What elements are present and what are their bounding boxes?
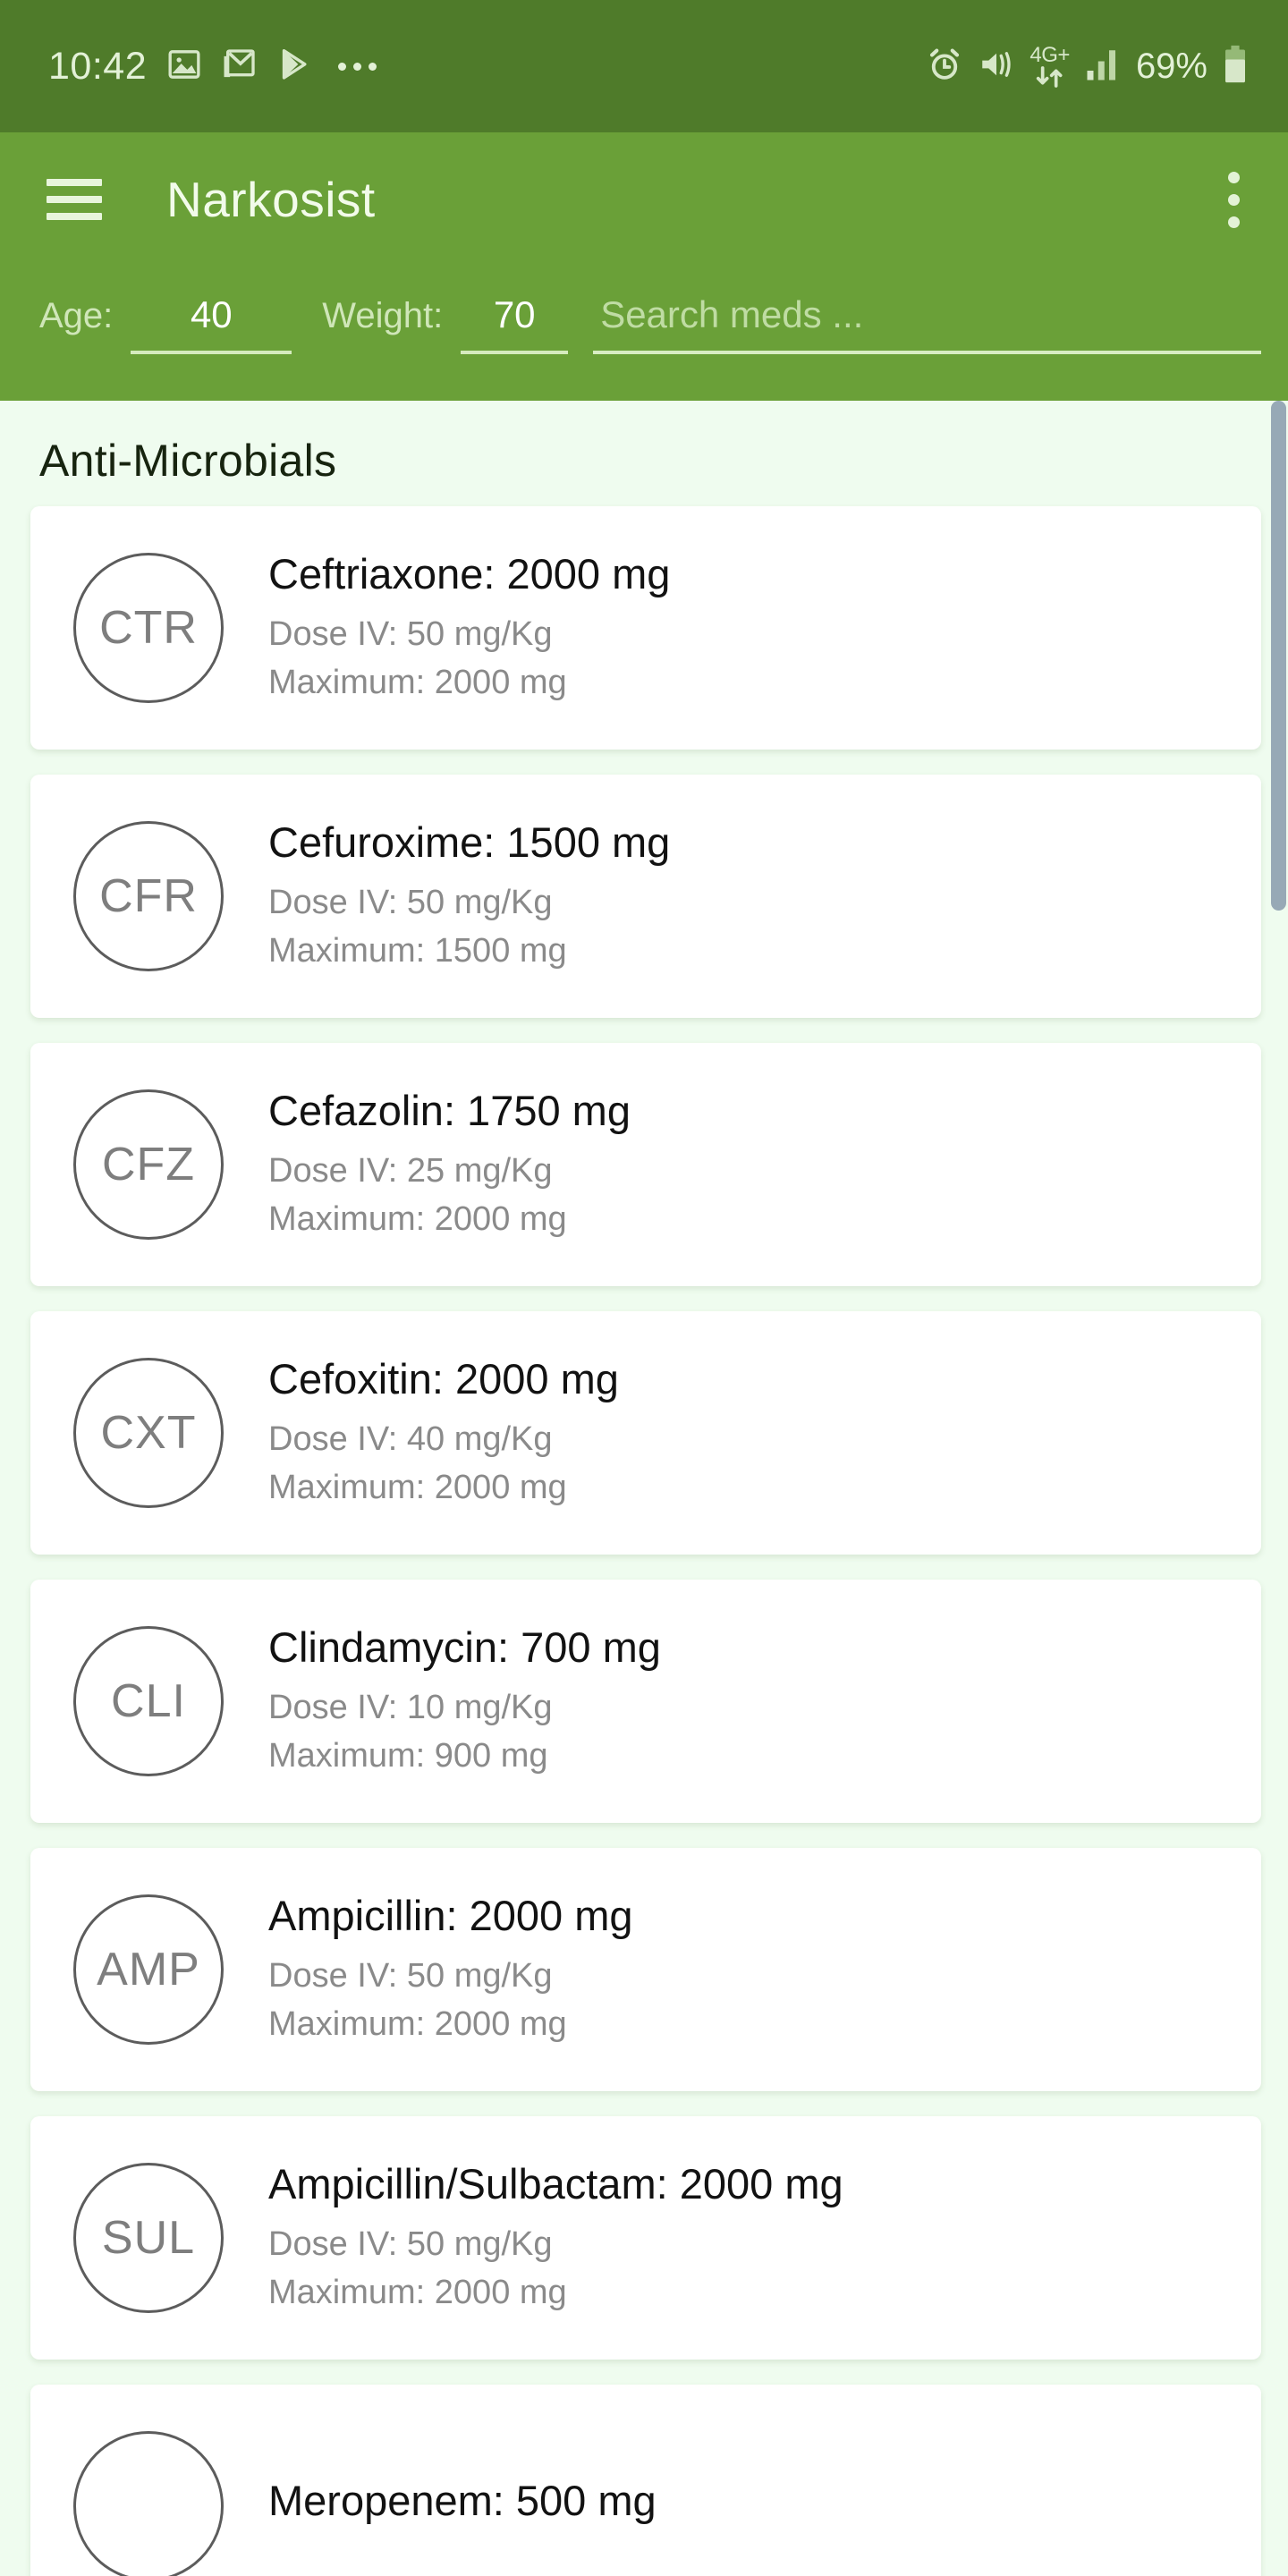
patient-params-row: Age: Weight: (0, 267, 1288, 401)
medication-abbr-badge: CFR (73, 821, 224, 971)
medication-card[interactable]: CFZ Cefazolin: 1750 mg Dose IV: 25 mg/Kg Ma… (30, 1043, 1261, 1286)
medication-card[interactable]: Meropenem: 500 mg (30, 2385, 1261, 2576)
medication-card[interactable]: CFR Cefuroxime: 1500 mg Dose IV: 50 mg/Kg M… (30, 775, 1261, 1018)
medication-title: Clindamycin: 700 mg (268, 1623, 661, 1672)
medication-card[interactable]: CTR Ceftriaxone: 2000 mg Dose IV: 50 mg/Kg… (30, 506, 1261, 750)
weight-input[interactable] (461, 290, 569, 354)
hamburger-menu-icon[interactable] (47, 179, 102, 220)
status-clock: 10:42 (48, 44, 148, 88)
weight-field-group: Weight: (322, 290, 569, 354)
vibrate-icon (978, 46, 1015, 88)
section-header-anti-microbials: Anti-Microbials (39, 436, 337, 486)
weight-label: Weight: (322, 296, 444, 335)
app-bar: Narkosist Age: Weight: (0, 132, 1288, 401)
more-notifications-icon (338, 62, 377, 71)
battery-percent-label: 69% (1135, 46, 1208, 86)
battery-icon (1222, 45, 1249, 89)
medication-title: Meropenem: 500 mg (268, 2477, 657, 2525)
status-bar: 10:42 4G+ 69% (0, 0, 1288, 132)
medication-info: Cefoxitin: 2000 mg Dose IV: 40 mg/Kg Maxim… (268, 1353, 619, 1512)
status-bar-right: 4G+ 69% (926, 45, 1249, 89)
age-input[interactable] (131, 290, 292, 354)
medication-info: Ampicillin: 2000 mg Dose IV: 50 mg/Kg Maxi… (268, 1890, 633, 2048)
photos-icon (166, 47, 202, 87)
medication-dose: Dose IV: 50 mg/Kg (268, 1956, 553, 1995)
medication-info: Cefazolin: 1750 mg Dose IV: 25 mg/Kg Maxim… (268, 1085, 631, 1243)
medication-title: Cefazolin: 1750 mg (268, 1087, 631, 1135)
medication-dose: Dose IV: 10 mg/Kg (268, 1688, 553, 1726)
medication-abbr-badge: CTR (73, 553, 224, 703)
page-title: Narkosist (166, 172, 376, 227)
hamburger-bar (47, 213, 102, 220)
play-store-icon (277, 47, 313, 87)
medication-abbr-badge: CLI (73, 1626, 224, 1776)
mobile-data-icon: 4G+ (1030, 45, 1070, 88)
medication-abbr-badge: CFZ (73, 1089, 224, 1240)
medication-info: Ampicillin/Sulbactam: 2000 mg Dose IV: 50… (268, 2158, 843, 2317)
medication-title: Cefuroxime: 1500 mg (268, 818, 671, 867)
medication-abbr-badge: CXT (73, 1358, 224, 1508)
medication-card[interactable]: CXT Cefoxitin: 2000 mg Dose IV: 40 mg/Kg Ma… (30, 1311, 1261, 1555)
medication-abbr-badge: AMP (73, 1894, 224, 2045)
medication-maximum: Maximum: 900 mg (268, 1736, 548, 1775)
overflow-dot (1228, 171, 1240, 183)
medication-abbr-badge (73, 2431, 224, 2576)
medication-card[interactable]: CLI Clindamycin: 700 mg Dose IV: 10 mg/Kg M… (30, 1580, 1261, 1823)
overflow-menu-icon[interactable] (1216, 163, 1252, 237)
network-type-label: 4G+ (1030, 43, 1070, 67)
medication-title: Ceftriaxone: 2000 mg (268, 550, 671, 598)
medication-maximum: Maximum: 2000 mg (268, 2273, 567, 2311)
vertical-scrollbar-thumb[interactable] (1271, 401, 1286, 911)
vertical-scrollbar-track[interactable] (1270, 401, 1288, 2576)
age-field-group: Age: (39, 290, 292, 354)
status-bar-left: 10:42 (48, 45, 926, 89)
medication-list-container: Anti-Microbials CTR Ceftriaxone: 2000 mg D… (0, 401, 1288, 2576)
app-bar-top-row: Narkosist (0, 132, 1288, 267)
medication-dose: Dose IV: 50 mg/Kg (268, 883, 553, 921)
medication-card[interactable]: AMP Ampicillin: 2000 mg Dose IV: 50 mg/Kg M… (30, 1848, 1261, 2091)
medication-maximum: Maximum: 2000 mg (268, 1199, 567, 1238)
medication-info: Ceftriaxone: 2000 mg Dose IV: 50 mg/Kg Max… (268, 548, 670, 707)
medication-abbr-badge: SUL (73, 2163, 224, 2313)
medication-info: Cefuroxime: 1500 mg Dose IV: 50 mg/Kg Maxi… (268, 817, 670, 975)
medication-dose: Dose IV: 50 mg/Kg (268, 2224, 553, 2263)
overflow-dot (1228, 216, 1240, 228)
medication-card-list: CTR Ceftriaxone: 2000 mg Dose IV: 50 mg/Kg… (0, 506, 1288, 2576)
overflow-dot (1228, 193, 1240, 206)
signal-bars-icon (1084, 47, 1122, 87)
hamburger-bar (47, 179, 102, 186)
medication-title: Cefoxitin: 2000 mg (268, 1355, 619, 1403)
medication-dose: Dose IV: 25 mg/Kg (268, 1151, 553, 1190)
gmail-icon (222, 47, 258, 87)
medication-maximum: Maximum: 2000 mg (268, 663, 567, 701)
medication-title: Ampicillin: 2000 mg (268, 1892, 633, 1940)
medication-maximum: Maximum: 1500 mg (268, 931, 567, 970)
age-label: Age: (39, 296, 114, 335)
medication-dose: Dose IV: 40 mg/Kg (268, 1419, 553, 1458)
alarm-icon (926, 46, 963, 88)
medication-maximum: Maximum: 2000 mg (268, 1468, 567, 1506)
medication-dose: Dose IV: 50 mg/Kg (268, 614, 553, 653)
search-input[interactable] (593, 290, 1261, 354)
hamburger-bar (47, 196, 102, 203)
medication-title: Ampicillin/Sulbactam: 2000 mg (268, 2160, 843, 2208)
medication-card[interactable]: SUL Ampicillin/Sulbactam: 2000 mg Dose IV:… (30, 2116, 1261, 2360)
medication-info: Meropenem: 500 mg (268, 2475, 657, 2537)
medication-info: Clindamycin: 700 mg Dose IV: 10 mg/Kg Maxi… (268, 1622, 661, 1780)
medication-maximum: Maximum: 2000 mg (268, 2004, 567, 2043)
